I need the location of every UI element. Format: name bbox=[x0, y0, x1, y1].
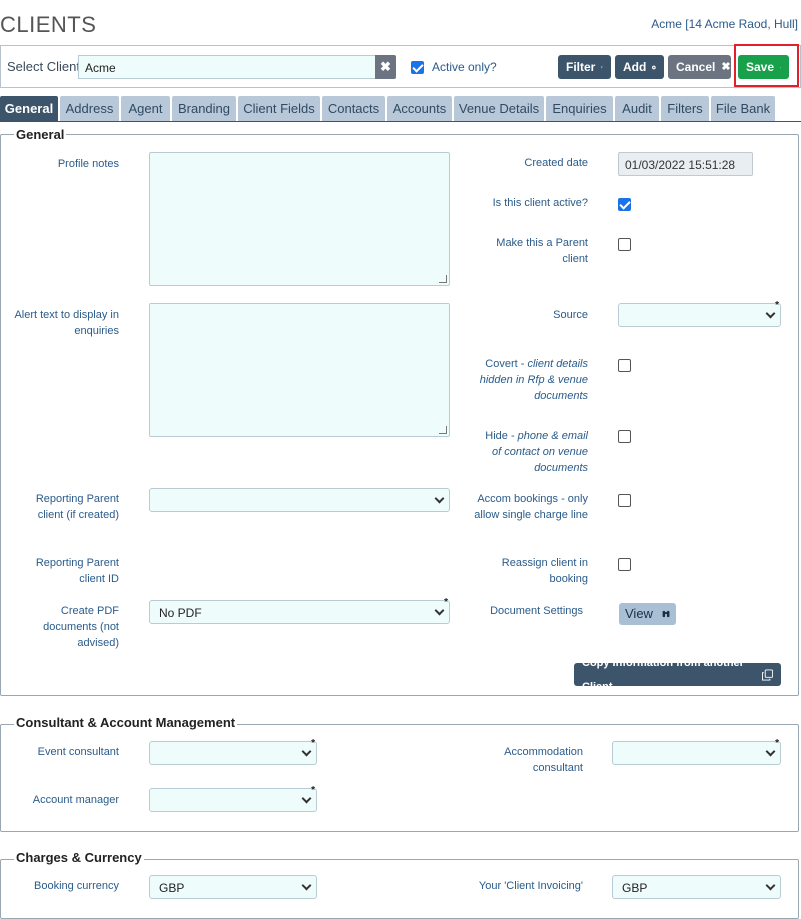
active-only-checkbox[interactable] bbox=[411, 61, 424, 74]
page-title: CLIENTS bbox=[0, 12, 96, 38]
select-client-label: Select Client bbox=[7, 59, 80, 74]
consultant-legend: Consultant & Account Management bbox=[14, 715, 237, 730]
chevron-down-icon bbox=[435, 494, 445, 504]
general-legend: General bbox=[14, 127, 66, 142]
chevron-down-icon bbox=[766, 881, 776, 891]
booking-currency-select[interactable]: GBP bbox=[149, 875, 317, 899]
client-active-label: Is this client active? bbox=[478, 195, 588, 211]
create-pdf-label: Create PDF documents (not advised) bbox=[30, 603, 119, 651]
covert-label: Covert - client details hidden in Rfp & … bbox=[478, 356, 588, 404]
client-invoicing-label: Your 'Client Invoicing' bbox=[463, 878, 583, 894]
required-star-icon: * bbox=[444, 597, 448, 608]
tab-client-fields[interactable]: Client Fields bbox=[238, 96, 320, 121]
hide-label-prefix: Hide - bbox=[485, 430, 517, 442]
binoculars-icon bbox=[662, 608, 670, 620]
booking-currency-label: Booking currency bbox=[20, 878, 119, 894]
filter-icon bbox=[601, 62, 603, 73]
charges-legend: Charges & Currency bbox=[14, 850, 144, 865]
required-star-icon: * bbox=[311, 785, 315, 796]
alert-text-textarea[interactable] bbox=[149, 303, 450, 437]
tab-audit[interactable]: Audit bbox=[615, 96, 659, 121]
filter-button-label: Filter bbox=[566, 55, 595, 79]
times-icon: ✖ bbox=[721, 55, 730, 79]
reporting-parent-label: Reporting Parent client (if created) bbox=[20, 491, 119, 523]
tab-contacts[interactable]: Contacts bbox=[322, 96, 385, 121]
source-select[interactable]: * bbox=[618, 303, 781, 327]
account-manager-label: Account manager bbox=[20, 792, 119, 808]
make-parent-label: Make this a Parent client bbox=[488, 235, 588, 267]
required-star-icon: * bbox=[775, 300, 779, 311]
select-client-input[interactable]: Acme bbox=[78, 55, 376, 79]
event-consultant-select[interactable]: * bbox=[149, 741, 317, 765]
created-date-label: Created date bbox=[488, 155, 588, 171]
clear-client-button[interactable]: ✖ bbox=[375, 55, 396, 79]
active-only-label: Active only? bbox=[432, 60, 497, 74]
required-star-icon: * bbox=[775, 738, 779, 749]
accommodation-consultant-select[interactable]: * bbox=[612, 741, 781, 765]
document-settings-label: Document Settings bbox=[473, 603, 583, 619]
client-address: Acme [14 Acme Raod, Hull] bbox=[651, 17, 798, 31]
resize-handle-icon[interactable] bbox=[439, 275, 447, 283]
hide-checkbox[interactable] bbox=[618, 430, 631, 443]
tab-filters[interactable]: Filters bbox=[661, 96, 709, 121]
chevron-down-icon bbox=[302, 794, 312, 804]
tab-address[interactable]: Address bbox=[60, 96, 119, 121]
client-active-checkbox[interactable] bbox=[618, 198, 631, 211]
filter-button[interactable]: Filter bbox=[558, 55, 611, 79]
copy-information-label: Copy Information from another Client bbox=[582, 651, 762, 699]
chevron-down-icon bbox=[766, 747, 776, 757]
tab-branding[interactable]: Branding bbox=[172, 96, 236, 121]
covert-checkbox[interactable] bbox=[618, 359, 631, 372]
covert-label-prefix: Covert - bbox=[485, 358, 527, 370]
accom-bookings-checkbox[interactable] bbox=[618, 494, 631, 507]
save-highlight-box bbox=[734, 44, 799, 87]
source-label: Source bbox=[488, 307, 588, 323]
chevron-down-icon bbox=[302, 881, 312, 891]
reporting-parent-select[interactable] bbox=[149, 488, 450, 512]
tab-accounts[interactable]: Accounts bbox=[387, 96, 452, 121]
hide-label: Hide - phone & email of contact on venue… bbox=[478, 428, 588, 476]
tab-general[interactable]: General bbox=[0, 96, 58, 121]
profile-notes-label: Profile notes bbox=[20, 156, 119, 172]
reporting-parent-id-label: Reporting Parent client ID bbox=[20, 555, 119, 587]
create-pdf-value: No PDF bbox=[159, 606, 202, 620]
create-pdf-select[interactable]: No PDF * bbox=[149, 600, 450, 624]
accom-bookings-label: Accom bookings - only allow single charg… bbox=[473, 491, 588, 523]
event-consultant-label: Event consultant bbox=[20, 744, 119, 760]
add-button[interactable]: Add bbox=[615, 55, 664, 79]
client-invoicing-select[interactable]: GBP bbox=[612, 875, 781, 899]
view-button-label: View bbox=[625, 603, 653, 625]
cancel-button-label: Cancel bbox=[676, 55, 715, 79]
tab-enquiries[interactable]: Enquiries bbox=[546, 96, 613, 121]
chevron-down-icon bbox=[766, 309, 776, 319]
chevron-down-icon bbox=[302, 747, 312, 757]
tab-venue-details[interactable]: Venue Details bbox=[454, 96, 544, 121]
created-date-field: 01/03/2022 15:51:28 bbox=[618, 152, 753, 176]
alert-text-label: Alert text to display in enquiries bbox=[10, 307, 119, 339]
make-parent-checkbox[interactable] bbox=[618, 238, 631, 251]
chevron-down-icon bbox=[435, 606, 445, 616]
view-button[interactable]: View bbox=[619, 603, 676, 625]
plus-circle-icon bbox=[652, 62, 656, 73]
add-button-label: Add bbox=[623, 55, 646, 79]
copy-information-button[interactable]: Copy Information from another Client bbox=[574, 663, 781, 686]
cancel-button[interactable]: Cancel ✖ bbox=[668, 55, 731, 79]
required-star-icon: * bbox=[311, 738, 315, 749]
copy-icon bbox=[762, 669, 773, 681]
tab-agent[interactable]: Agent bbox=[121, 96, 170, 121]
tab-underline bbox=[0, 121, 801, 122]
accommodation-consultant-label: Accommodation consultant bbox=[483, 744, 583, 776]
tab-file-bank[interactable]: File Bank bbox=[711, 96, 775, 121]
profile-notes-textarea[interactable] bbox=[149, 152, 450, 286]
reassign-client-label: Reassign client in booking bbox=[488, 555, 588, 587]
reassign-client-checkbox[interactable] bbox=[618, 558, 631, 571]
account-manager-select[interactable]: * bbox=[149, 788, 317, 812]
times-icon: ✖ bbox=[380, 59, 391, 74]
resize-handle-icon[interactable] bbox=[439, 426, 447, 434]
